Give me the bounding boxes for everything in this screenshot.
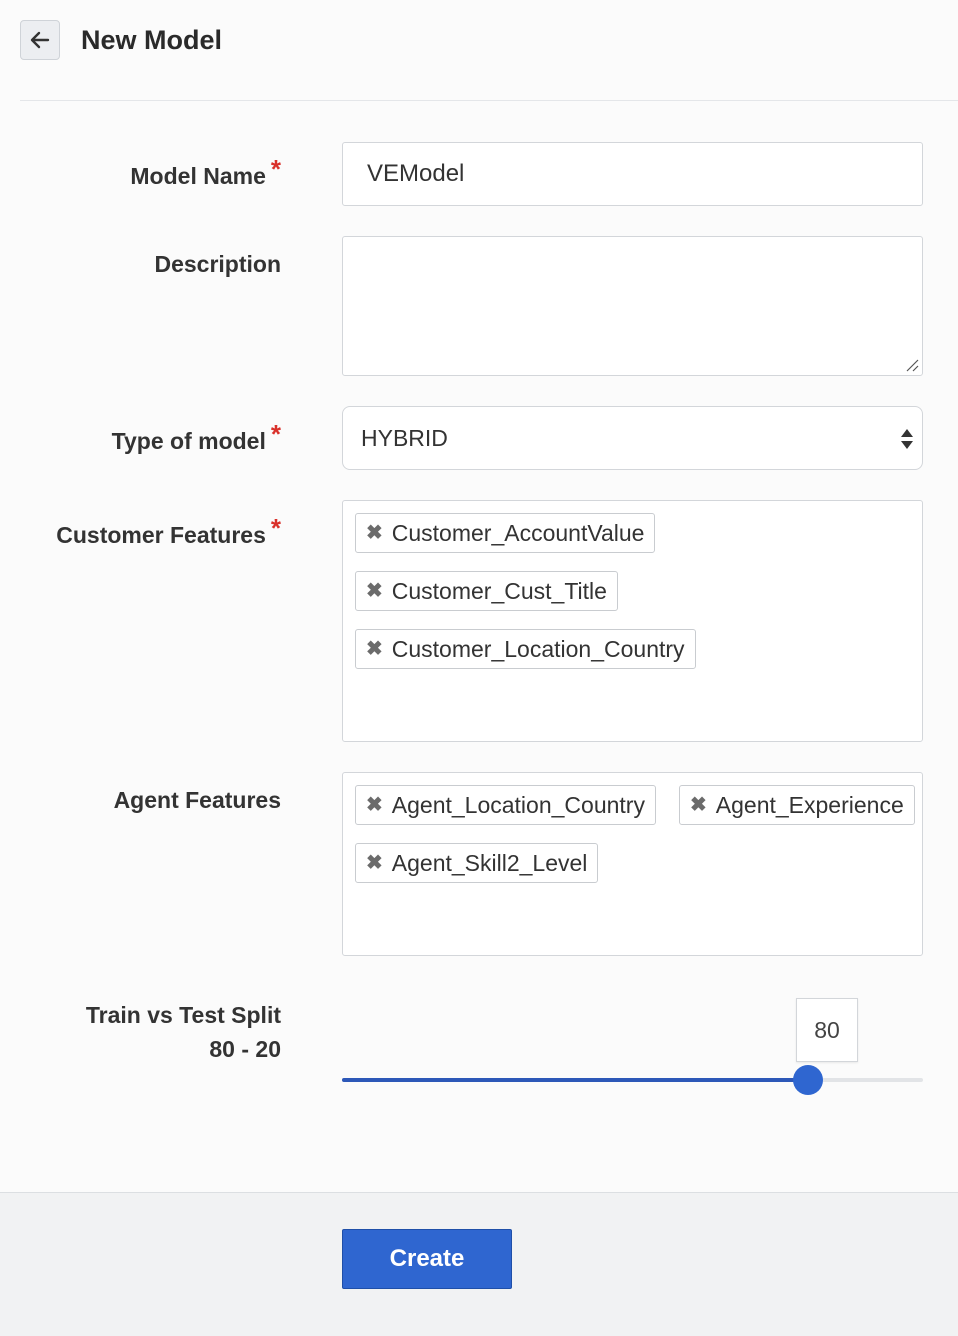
agent-features-multiselect[interactable]: ✖ Agent_Location_Country ✖ Agent_Experie… <box>342 772 923 956</box>
form-footer: Create <box>0 1192 958 1336</box>
remove-icon[interactable]: ✖ <box>366 853 383 873</box>
split-ratio-text: 80 - 20 <box>209 1036 281 1062</box>
agent-features-label: Agent Features <box>114 785 281 815</box>
split-slider-fill <box>342 1078 808 1082</box>
remove-icon[interactable]: ✖ <box>366 523 383 543</box>
agent-feature-chip: ✖ Agent_Skill2_Level <box>355 843 599 883</box>
remove-icon[interactable]: ✖ <box>366 639 383 659</box>
agent-feature-chip: ✖ Agent_Location_Country <box>355 785 656 825</box>
customer-feature-chip: ✖ Customer_AccountValue <box>355 513 656 553</box>
customer-features-label-text: Customer Features <box>56 522 266 548</box>
chip-label: Agent_Location_Country <box>391 791 645 818</box>
model-type-label: Type of model * <box>111 419 281 456</box>
description-label: Description <box>154 249 281 279</box>
remove-icon[interactable]: ✖ <box>366 581 383 601</box>
page-header: New Model <box>0 0 958 100</box>
customer-features-multiselect[interactable]: ✖ Customer_AccountValue ✖ Customer_Cust_… <box>342 500 923 742</box>
model-name-input[interactable] <box>342 142 923 206</box>
split-label: Train vs Test Split 80 - 20 <box>86 998 281 1066</box>
chip-label: Agent_Skill2_Level <box>391 849 588 876</box>
agent-features-label-text: Agent Features <box>113 787 281 813</box>
model-type-selected-value: HYBRID <box>361 424 448 451</box>
model-name-label-text: Model Name <box>130 163 266 189</box>
required-indicator: * <box>270 154 281 184</box>
split-slider-track[interactable] <box>342 1065 923 1095</box>
chip-label: Agent_Experience <box>715 791 904 818</box>
page-title: New Model <box>81 25 223 55</box>
customer-feature-chip: ✖ Customer_Cust_Title <box>355 571 618 611</box>
split-slider-thumb[interactable] <box>793 1065 823 1095</box>
create-button[interactable]: Create <box>342 1229 512 1289</box>
select-arrows-icon <box>901 429 913 449</box>
customer-features-label: Customer Features * <box>56 513 281 550</box>
model-type-select[interactable]: HYBRID <box>342 406 923 470</box>
resize-grip-icon[interactable] <box>903 356 919 372</box>
remove-icon[interactable]: ✖ <box>690 795 707 815</box>
chip-label: Customer_AccountValue <box>391 519 645 546</box>
arrow-left-icon <box>30 31 50 49</box>
slider-value-tooltip: 80 <box>796 998 858 1062</box>
chip-label: Customer_Location_Country <box>391 635 685 662</box>
agent-feature-chip: ✖ Agent_Experience <box>679 785 915 825</box>
customer-feature-chip: ✖ Customer_Location_Country <box>355 629 696 669</box>
model-name-label: Model Name * <box>130 154 281 191</box>
header-divider <box>20 100 958 101</box>
remove-icon[interactable]: ✖ <box>366 795 383 815</box>
description-label-text: Description <box>154 251 281 277</box>
description-textarea[interactable] <box>342 236 923 376</box>
required-indicator: * <box>270 419 281 449</box>
chip-label: Customer_Cust_Title <box>391 577 607 604</box>
model-type-label-text: Type of model <box>111 428 266 454</box>
split-label-text: Train vs Test Split <box>85 1002 281 1028</box>
back-button[interactable] <box>20 20 60 60</box>
required-indicator: * <box>270 513 281 543</box>
